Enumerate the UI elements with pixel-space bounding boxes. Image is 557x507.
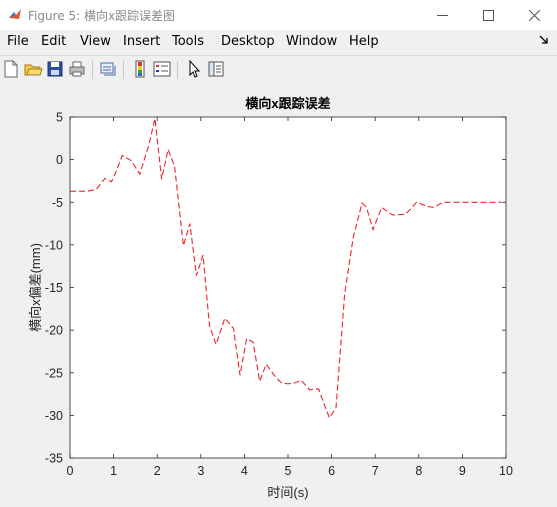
y-tick-label: -20 (45, 324, 63, 338)
dock-arrow-icon[interactable] (539, 35, 549, 45)
maximize-button[interactable] (465, 0, 511, 30)
menu-tools[interactable]: Tools (172, 34, 204, 49)
menu-view[interactable]: View (80, 34, 111, 49)
minimize-icon (436, 14, 448, 16)
y-tick-label: -25 (45, 366, 63, 380)
menu-edit[interactable]: Edit (41, 34, 66, 49)
x-tick-label: 9 (459, 464, 466, 478)
minimize-button[interactable] (419, 0, 465, 30)
y-tick-label: 5 (56, 111, 63, 125)
x-axis-label: 时间(s) (267, 485, 308, 500)
chart-title: 横向x跟踪误差 (245, 96, 330, 111)
toolbar-separator (92, 61, 93, 79)
x-tick-label: 6 (328, 464, 335, 478)
property-inspector-icon[interactable] (206, 59, 226, 79)
y-tick-label: -35 (45, 452, 63, 466)
x-tick-label: 2 (154, 464, 161, 478)
insert-legend-icon[interactable] (152, 59, 172, 79)
x-tick-label: 0 (67, 464, 74, 478)
menu-help[interactable]: Help (349, 34, 379, 49)
save-icon[interactable] (45, 59, 65, 79)
link-plot-icon[interactable] (98, 59, 118, 79)
matlab-logo-icon (8, 7, 22, 21)
x-tick-label: 3 (197, 464, 204, 478)
print-icon[interactable] (67, 59, 87, 79)
x-tick-label: 8 (415, 464, 422, 478)
figure-canvas[interactable]: 0 1 2 3 4 5 6 7 8 9 10 5 0 -5 -10 -15 -20 -25 -30 -35 横向x跟踪… (0, 84, 557, 503)
window-titlebar: Figure 5: 横向x跟踪误差图 (0, 0, 557, 30)
insert-colorbar-icon[interactable] (130, 59, 150, 79)
x-tick-label: 10 (499, 464, 513, 478)
window-title: Figure 5: 横向x跟踪误差图 (28, 9, 176, 23)
maximize-icon (482, 9, 494, 21)
x-tick-label: 5 (285, 464, 292, 478)
menu-file[interactable]: File (7, 34, 29, 49)
open-file-icon[interactable] (23, 59, 43, 79)
menu-desktop[interactable]: Desktop (221, 34, 275, 49)
menu-bar: File Edit View Insert Tools Desktop Wind… (0, 30, 557, 54)
y-tick-label: 0 (56, 153, 63, 167)
y-axis-label: 横向x偏差(mm) (28, 243, 43, 332)
y-tick-label: -5 (52, 196, 63, 210)
y-tick-label: -30 (45, 409, 63, 423)
x-tick-label: 4 (241, 464, 248, 478)
y-tick-label: -15 (45, 281, 63, 295)
edit-plot-arrow-icon[interactable] (184, 59, 204, 79)
x-tick-label: 1 (110, 464, 117, 478)
y-tick-label: -10 (45, 238, 63, 252)
line-chart: 0 1 2 3 4 5 6 7 8 9 10 5 0 -5 -10 -15 -20 -25 -30 -35 横向x跟踪… (28, 96, 513, 500)
close-icon (528, 9, 540, 21)
figure-toolbar (0, 55, 557, 84)
menu-insert[interactable]: Insert (123, 34, 160, 49)
x-tick-label: 7 (372, 464, 379, 478)
close-button[interactable] (511, 0, 557, 30)
menu-window[interactable]: Window (286, 34, 337, 49)
toolbar-separator (177, 61, 178, 79)
new-figure-icon[interactable] (1, 59, 21, 79)
toolbar-separator (123, 61, 124, 79)
